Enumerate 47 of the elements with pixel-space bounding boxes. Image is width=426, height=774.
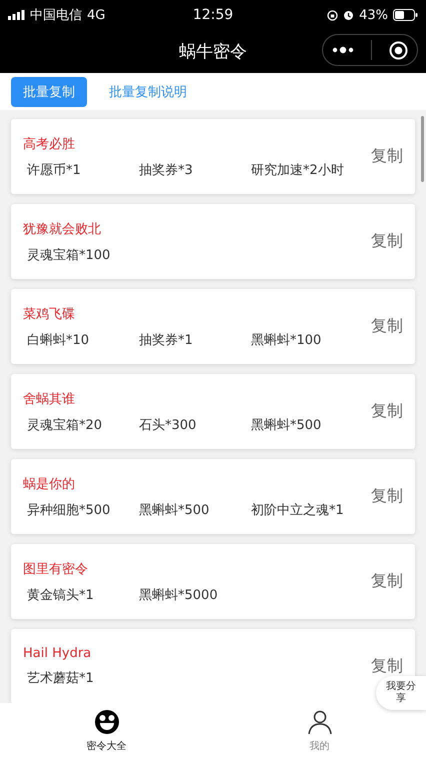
battery-icon [392,9,418,21]
reward-text: 灵魂宝箱*100 [27,246,112,264]
reward-text: 黑蝌蚪*500 [251,416,322,434]
signal-icon [8,10,25,20]
code-title: 菜鸡飞碟 [23,306,76,322]
code-title: 图里有密令 [23,560,89,578]
battery-percent: 43% [359,8,388,22]
code-title: Hail Hydra [23,646,92,661]
code-title: 舍蜗其谁 [23,390,76,408]
reward-text: 灵魂宝箱*20 [27,416,104,434]
carrier-label: 中国电信 [30,7,82,24]
more-icon[interactable] [332,46,354,54]
copy-button[interactable]: 复制 [371,316,403,337]
help-link[interactable]: 批量复制说明 [109,82,187,100]
code-title: 犹豫就会败北 [23,220,102,238]
scrollbar [421,116,424,182]
reward-text: 黑蝌蚪*500 [139,502,210,518]
reward-text: 许愿币*1 [27,162,82,178]
reward-text: 异种细胞*500 [27,502,112,518]
reward-text: 抽奖券*3 [139,162,194,178]
reward-text: 黑蝌蚪*100 [251,332,322,348]
copy-button[interactable]: 复制 [371,486,403,507]
reward-text: 白蝌蚪*10 [27,332,90,348]
tab-item[interactable]: 密令大全 [0,703,213,774]
reward-text: 黄金镐头*1 [27,586,95,604]
code-title: 高考必胜 [23,136,76,152]
person-icon [306,709,332,735]
copy-button[interactable]: 复制 [371,231,403,252]
reward-text: 石头*300 [139,416,198,434]
reward-text: 艺术蘑菇*1 [27,670,95,687]
batch-copy-button[interactable]: 批量复制 [11,76,87,106]
clock-time: 12:59 [192,7,234,23]
page-title: 蜗牛密令 [179,41,247,63]
network-label: 4G [87,8,106,22]
alarm-icon [343,9,354,21]
copy-button[interactable]: 复制 [371,146,403,167]
reward-text: 初阶中立之魂*1 [251,502,345,518]
copy-button[interactable]: 复制 [371,401,403,422]
code-title: 蜗是你的 [23,476,76,492]
reward-text: 抽奖券*1 [139,332,194,348]
rotation-lock-icon [327,10,338,20]
face-icon [94,709,120,735]
copy-button[interactable]: 复制 [371,571,403,592]
reward-text: 黑蝌蚪*5000 [139,586,219,604]
reward-text: 研究加速*2小时 [251,162,345,178]
share-button[interactable]: 我要分享 [376,676,426,710]
copy-button[interactable]: 复制 [371,656,403,677]
